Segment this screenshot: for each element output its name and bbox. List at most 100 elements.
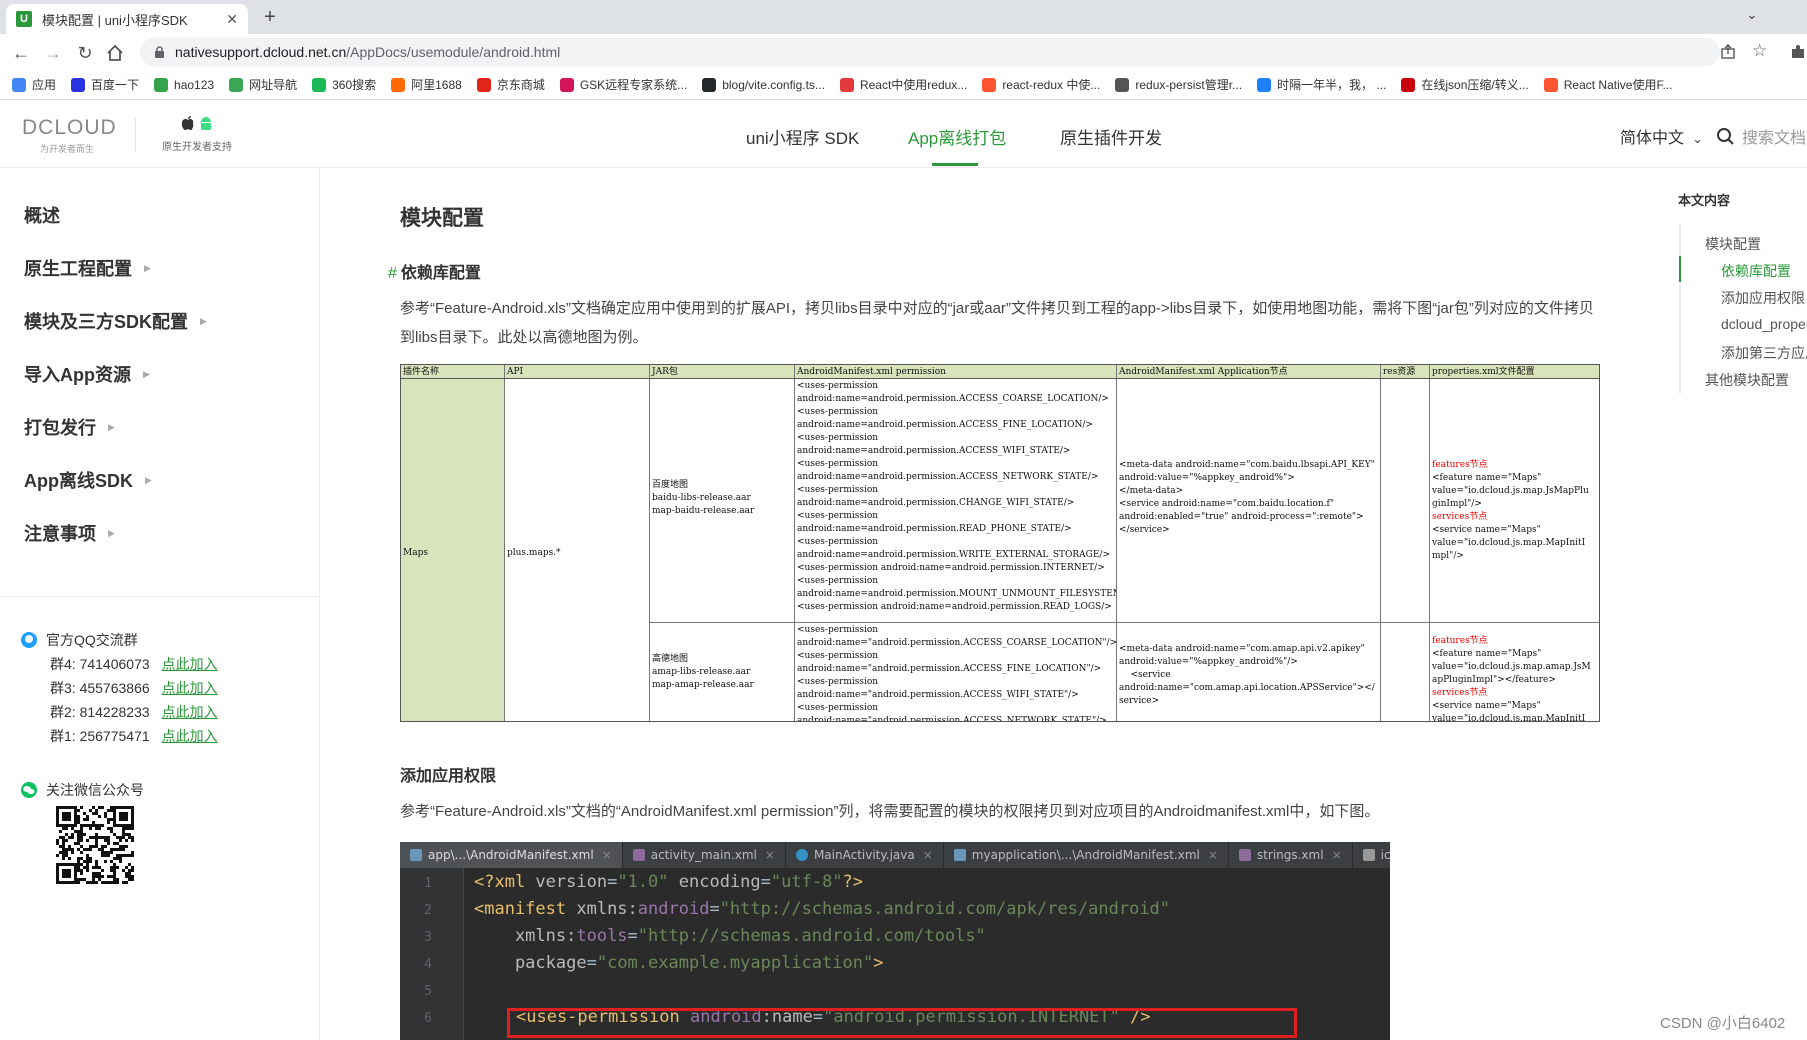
bookmark-favicon-icon bbox=[839, 77, 854, 92]
sidebar-item-label: 原生工程配置 bbox=[24, 259, 132, 279]
tab-close-icon[interactable]: ✕ bbox=[226, 11, 238, 28]
code-line-2: <manifest xmlns:android="http://schemas.… bbox=[474, 899, 1170, 919]
forward-arrow-icon[interactable]: → bbox=[42, 42, 64, 64]
reload-icon[interactable]: ↻ bbox=[74, 42, 96, 64]
toc-item-other-modules[interactable]: 其他模块配置 bbox=[1705, 370, 1789, 390]
heading-anchor[interactable]: # bbox=[388, 265, 397, 282]
wechat-qr-code-icon bbox=[56, 806, 134, 884]
native-support-link[interactable]: 原生开发者支持 bbox=[152, 116, 242, 156]
qq-group-title: 官方QQ交流群 bbox=[46, 632, 138, 648]
toc-item-dependency[interactable]: 依赖库配置 bbox=[1721, 261, 1791, 281]
back-arrow-icon[interactable]: ← bbox=[10, 42, 32, 64]
sidebar-divider bbox=[0, 596, 320, 597]
sidebar-item-module-sdk[interactable]: 模块及三方SDK配置 ▶ bbox=[24, 308, 207, 334]
sidebar-item-label: 导入App资源 bbox=[24, 365, 131, 385]
home-icon[interactable] bbox=[106, 44, 128, 66]
sidebar-item-native-project[interactable]: 原生工程配置 ▶ bbox=[24, 255, 151, 281]
toc-item-module-config[interactable]: 模块配置 bbox=[1705, 234, 1761, 254]
bookmark-item[interactable]: React中使用redux... bbox=[839, 76, 967, 93]
bookmark-item[interactable]: 在线json压缩/转义... bbox=[1401, 76, 1529, 93]
dcloud-logo[interactable]: DCLOUD 为开发者而生 bbox=[22, 116, 122, 156]
editor-tab: app\...\AndroidManifest.xml × bbox=[400, 842, 623, 868]
bookmark-favicon-icon bbox=[1115, 77, 1130, 92]
bookmark-item[interactable]: hao123 bbox=[154, 77, 214, 92]
sidebar-item-label: 模块及三方SDK配置 bbox=[24, 312, 189, 332]
language-dropdown[interactable]: 简体中文 ⌄ bbox=[1620, 124, 1703, 148]
editor-tab-label: MainActivity.java bbox=[813, 848, 915, 862]
editor-tab-bar: app\...\AndroidManifest.xml × activity_ma… bbox=[400, 842, 1390, 868]
sidebar-item-import-resources[interactable]: 导入App资源 ▶ bbox=[24, 361, 150, 387]
doc-search[interactable]: 搜索文档 bbox=[1716, 124, 1806, 148]
browser-tab[interactable]: U 模块配置 | uni小程序SDK ✕ bbox=[6, 4, 248, 34]
bookmark-label: 在线json压缩/转义... bbox=[1421, 78, 1529, 92]
share-icon[interactable] bbox=[1720, 44, 1736, 60]
xml-file-icon bbox=[953, 849, 966, 861]
extensions-puzzle-icon[interactable] bbox=[1790, 44, 1806, 60]
wechat-title: 关注微信公众号 bbox=[46, 782, 144, 798]
page-title: 模块配置 bbox=[400, 207, 484, 230]
sidebar-item-notes[interactable]: 注意事项 ▶ bbox=[24, 520, 115, 546]
editor-tab-label: icon.png bbox=[1380, 848, 1390, 862]
bookmark-item[interactable]: redux-persist管理r... bbox=[1115, 76, 1242, 93]
bookmark-item[interactable]: 应用 bbox=[12, 76, 56, 93]
toc-heading: 本文内容 bbox=[1678, 193, 1731, 208]
bookmark-favicon-icon bbox=[702, 77, 717, 92]
code-token: "com.example.myapplication" bbox=[596, 953, 874, 973]
sheet-plugin-cell: Maps bbox=[401, 379, 505, 721]
line-number: 3 bbox=[424, 930, 432, 945]
bookmark-item[interactable]: React Native使用F... bbox=[1543, 76, 1672, 93]
bookmark-item[interactable]: 京东商城 bbox=[476, 76, 545, 93]
toc-item-permission[interactable]: 添加应用权限 bbox=[1721, 288, 1805, 308]
nav-app-offline-pack[interactable]: App离线打包 bbox=[908, 124, 1006, 149]
chevron-right-icon: ▶ bbox=[143, 368, 150, 379]
address-bar[interactable]: nativesupport.dcloud.net.cn/AppDocs/usem… bbox=[140, 38, 1720, 66]
logo-text: DCLOUD bbox=[22, 116, 117, 139]
sidebar-item-overview[interactable]: 概述 bbox=[24, 202, 60, 228]
bookmark-favicon-icon bbox=[1543, 77, 1558, 92]
line-number: 5 bbox=[424, 984, 432, 999]
sheet-header-cell: JAR包 bbox=[650, 365, 795, 379]
new-tab-button[interactable]: + bbox=[258, 6, 282, 29]
qq-group-number: 256775471 bbox=[79, 728, 150, 744]
tab-search-chevron-icon[interactable]: ⌄ bbox=[1746, 6, 1758, 23]
bookmark-label: redux-persist管理r... bbox=[1135, 78, 1243, 92]
code-token: = bbox=[709, 899, 720, 919]
sheet-header-cell: 插件名称 bbox=[401, 365, 505, 379]
bookmark-star-icon[interactable]: ☆ bbox=[1752, 41, 1767, 61]
qq-join-link[interactable]: 点此加入 bbox=[162, 704, 218, 720]
qq-join-link[interactable]: 点此加入 bbox=[162, 656, 218, 672]
editor-tab: icon.png× bbox=[1353, 842, 1390, 868]
code-token: "1.0" bbox=[617, 872, 669, 892]
bookmark-item[interactable]: 阿里1688 bbox=[391, 76, 462, 93]
qq-icon bbox=[20, 631, 38, 649]
bookmark-item[interactable]: 360搜索 bbox=[312, 76, 376, 93]
bookmark-item[interactable]: blog/vite.config.ts... bbox=[702, 77, 825, 92]
editor-gutter: 1 2 3 4 5 6 bbox=[400, 868, 464, 1040]
chevron-right-icon: ▶ bbox=[108, 421, 115, 432]
sidebar-item-publish[interactable]: 打包发行 ▶ bbox=[24, 414, 115, 440]
bookmark-item[interactable]: GSK远程专家系统... bbox=[559, 76, 687, 93]
section-heading-dependency: # 依赖库配置 bbox=[388, 259, 481, 283]
toc-item-dcloud-properties[interactable]: dcloud_properties bbox=[1721, 316, 1807, 332]
sheet-props-text: <feature name="Maps" value="io.dcloud.js… bbox=[1432, 473, 1589, 509]
sheet-red-label: services节点 bbox=[1432, 688, 1488, 698]
xml-file-icon bbox=[1238, 849, 1251, 861]
chevron-right-icon: ▶ bbox=[144, 262, 151, 273]
nav-uni-sdk[interactable]: uni小程序 SDK bbox=[746, 124, 859, 149]
bookmark-item[interactable]: 网址导航 bbox=[229, 76, 297, 93]
sheet-res-baidu bbox=[1381, 379, 1430, 623]
sidebar-item-offline-sdk[interactable]: App离线SDK ▶ bbox=[24, 467, 152, 493]
nav-native-plugin[interactable]: 原生插件开发 bbox=[1060, 124, 1162, 149]
qq-group-number: 814228233 bbox=[79, 704, 150, 720]
heading-text: 依赖库配置 bbox=[400, 265, 481, 282]
bookmark-favicon-icon bbox=[154, 77, 169, 92]
bookmark-item[interactable]: react-redux 中使... bbox=[982, 76, 1100, 93]
bookmark-item[interactable]: 百度一下 bbox=[71, 76, 139, 93]
toc-item-third-party[interactable]: 添加第三方应用 bbox=[1721, 343, 1807, 363]
qq-join-link[interactable]: 点此加入 bbox=[162, 680, 218, 696]
bookmark-item[interactable]: 时隔一年半，我， ... bbox=[1257, 76, 1386, 93]
editor-tab: activity_main.xml × bbox=[623, 842, 786, 868]
qq-join-link[interactable]: 点此加入 bbox=[162, 728, 218, 744]
code-token: <?xml bbox=[474, 872, 536, 892]
bookmark-favicon-icon bbox=[1257, 77, 1272, 92]
